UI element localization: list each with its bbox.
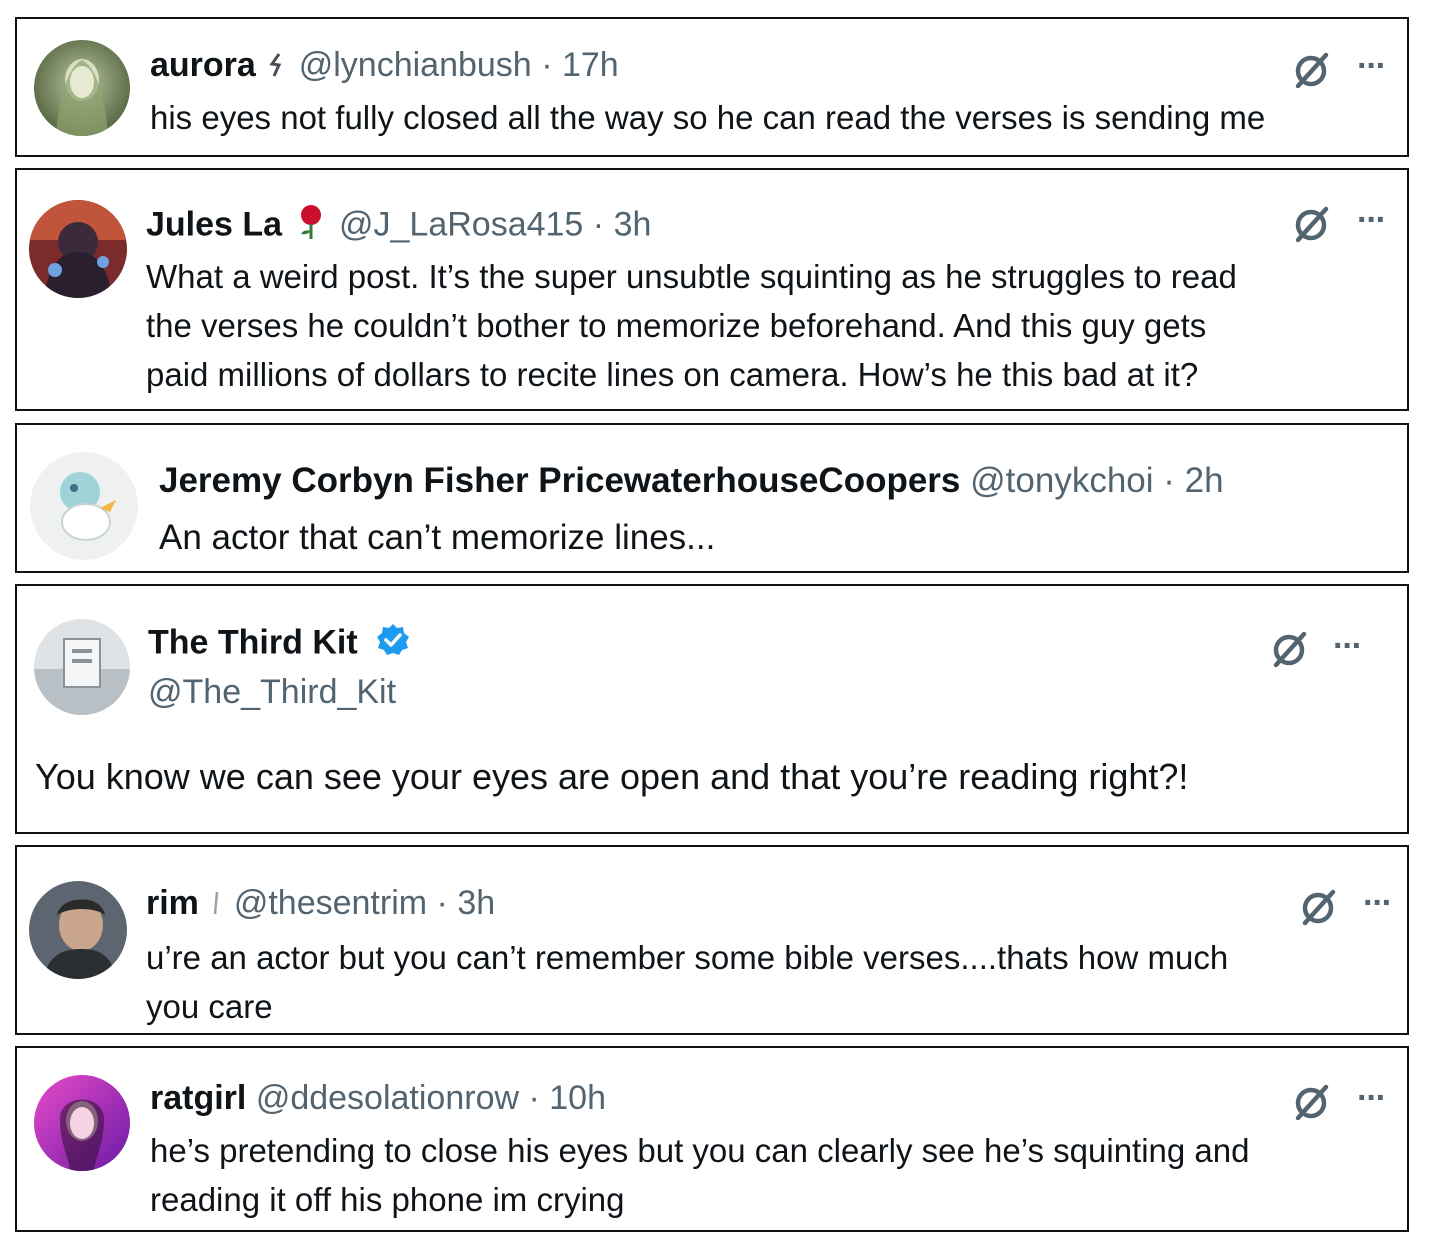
- avatar[interactable]: [29, 200, 127, 298]
- post-text-line: What a weird post. It’s the super unsubt…: [146, 258, 1237, 295]
- more-options-icon[interactable]: ···: [1333, 629, 1363, 663]
- display-name[interactable]: The Third Kit: [148, 623, 358, 661]
- post-text-line: you care: [146, 988, 273, 1025]
- post-text-line: he’s pretending to close his eyes but yo…: [150, 1132, 1250, 1169]
- timestamp[interactable]: 17h: [562, 46, 619, 84]
- avatar[interactable]: [34, 40, 130, 136]
- handle[interactable]: @The_Third_Kit: [148, 672, 396, 712]
- post-card[interactable]: rim @thesentrim · 3h ··· u’re an actor b…: [15, 845, 1409, 1035]
- post-card[interactable]: The Third Kit @The_Third_Kit ··· You kno…: [15, 584, 1409, 834]
- post-text-line: You know we can see your eyes are open a…: [35, 756, 1189, 797]
- grok-icon[interactable]: [1291, 204, 1331, 244]
- avatar[interactable]: [34, 1075, 130, 1171]
- display-name[interactable]: aurora: [150, 46, 256, 84]
- timestamp[interactable]: 2h: [1185, 461, 1224, 500]
- post-card[interactable]: Jules La @J_LaRosa415 · 3h ··· What a we…: [15, 168, 1409, 411]
- post-header: ratgirl @ddesolationrow · 10h: [150, 1078, 606, 1118]
- grok-icon[interactable]: [1298, 887, 1338, 927]
- grok-icon[interactable]: [1291, 50, 1331, 90]
- display-name[interactable]: ratgirl: [150, 1079, 246, 1117]
- post-header: Jules La @J_LaRosa415 · 3h: [146, 204, 651, 249]
- post-text: his eyes not fully closed all the way so…: [150, 93, 1265, 142]
- handle[interactable]: @lynchianbush: [299, 46, 532, 84]
- grok-icon[interactable]: [1269, 629, 1309, 669]
- post-header: The Third Kit: [148, 622, 411, 667]
- crescent-moon-icon: [269, 47, 285, 87]
- handle[interactable]: @thesentrim: [234, 884, 427, 922]
- post-text-line: paid millions of dollars to recite lines…: [146, 356, 1199, 393]
- post-card[interactable]: Jeremy Corbyn Fisher PricewaterhouseCoop…: [15, 423, 1409, 573]
- post-text: u’re an actor but you can’t remember som…: [146, 933, 1228, 1031]
- post-text-line: An actor that can’t memorize lines...: [159, 518, 716, 557]
- post-text: An actor that can’t memorize lines...: [159, 513, 715, 562]
- display-name[interactable]: Jules La: [146, 205, 282, 243]
- separator: ·: [1163, 461, 1175, 500]
- display-name[interactable]: rim: [146, 884, 199, 922]
- grok-icon[interactable]: [1291, 1082, 1331, 1122]
- avatar-image: [30, 452, 138, 560]
- post-text-line: his eyes not fully closed all the way so…: [150, 99, 1266, 136]
- avatar[interactable]: [29, 881, 127, 979]
- more-options-icon[interactable]: ···: [1363, 886, 1393, 920]
- rose-icon: [296, 204, 326, 249]
- display-name[interactable]: Jeremy Corbyn Fisher PricewaterhouseCoop…: [159, 461, 960, 500]
- post-card[interactable]: aurora @lynchianbush · 17h ··· his eyes …: [15, 17, 1409, 157]
- more-options-icon[interactable]: ···: [1357, 203, 1387, 237]
- avatar-image: [34, 619, 130, 715]
- separator: ·: [436, 884, 448, 922]
- timestamp[interactable]: 10h: [549, 1079, 606, 1117]
- handle[interactable]: @J_LaRosa415: [339, 205, 583, 243]
- avatar-image: [34, 1075, 130, 1171]
- post-text-line: reading it off his phone im crying: [150, 1181, 625, 1218]
- feather-icon: [212, 885, 220, 925]
- separator: ·: [541, 46, 553, 84]
- avatar-image: [29, 881, 127, 979]
- post-text: You know we can see your eyes are open a…: [35, 752, 1188, 801]
- post-card[interactable]: ratgirl @ddesolationrow · 10h ··· he’s p…: [15, 1046, 1409, 1232]
- verified-badge-icon: [375, 622, 411, 667]
- avatar-image: [34, 40, 130, 136]
- more-options-icon[interactable]: ···: [1357, 1081, 1387, 1115]
- post-text-line: u’re an actor but you can’t remember som…: [146, 939, 1229, 976]
- handle[interactable]: @ddesolationrow: [256, 1079, 519, 1117]
- timestamp[interactable]: 3h: [457, 884, 495, 922]
- avatar[interactable]: [30, 452, 138, 560]
- more-options-icon[interactable]: ···: [1357, 49, 1387, 83]
- post-header: Jeremy Corbyn Fisher PricewaterhouseCoop…: [159, 461, 1224, 501]
- separator: ·: [528, 1079, 540, 1117]
- post-text: he’s pretending to close his eyes but yo…: [150, 1126, 1250, 1224]
- post-text-line: the verses he couldn’t bother to memoriz…: [146, 307, 1207, 344]
- post-header: rim @thesentrim · 3h: [146, 883, 495, 925]
- post-text: What a weird post. It’s the super unsubt…: [146, 252, 1237, 399]
- timestamp[interactable]: 3h: [614, 205, 652, 243]
- separator: ·: [592, 205, 605, 244]
- avatar[interactable]: [34, 619, 130, 715]
- avatar-image: [29, 200, 127, 298]
- handle[interactable]: @tonykchoi: [970, 461, 1153, 500]
- post-header: aurora @lynchianbush · 17h: [150, 45, 619, 87]
